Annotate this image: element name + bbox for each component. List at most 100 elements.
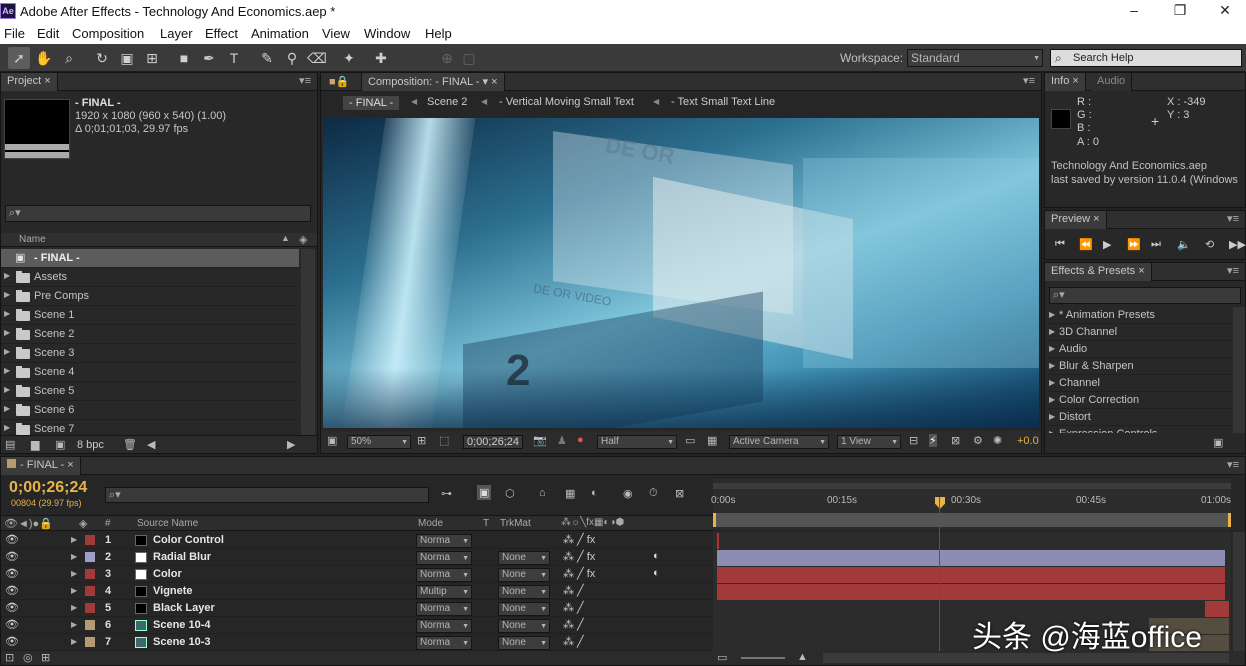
layer-row[interactable]: 👁 ▶ 7 Scene 10-3 Norma None ⁂ ╱ [1, 634, 713, 651]
layer-row[interactable]: 👁 ▶ 4 Vignete Multip None ⁂ ╱ [1, 583, 713, 600]
visibility-eye-icon[interactable]: 👁 [5, 584, 19, 597]
adjustment-layer-icon[interactable]: ◐ [653, 550, 660, 562]
menu-window[interactable]: Window [364, 26, 410, 41]
expand-arrow-icon[interactable]: ▶ [4, 271, 10, 280]
project-item-folder[interactable]: ▶ Scene 4 [1, 363, 299, 382]
breadcrumb-text-small[interactable]: - Text Small Text Line [671, 96, 775, 108]
puppet-pin-tool-icon[interactable]: ✚ [370, 47, 392, 69]
resolution-select[interactable]: Half [597, 435, 677, 449]
color-channels-icon[interactable]: ● [577, 434, 584, 446]
live-update-icon[interactable]: ▣ [477, 485, 492, 500]
layer-name[interactable]: Scene 10-4 [153, 619, 210, 631]
toggle-switches-icon[interactable]: ⊡ [5, 651, 14, 664]
visibility-eye-icon[interactable]: 👁 [5, 567, 19, 580]
pen-tool-icon[interactable]: ✒ [198, 47, 220, 69]
layer-label-color[interactable] [85, 569, 95, 579]
project-item-folder[interactable]: ▶ Scene 6 [1, 401, 299, 420]
next-frame-icon[interactable]: ⏩ [1127, 238, 1141, 251]
expand-arrow-icon[interactable]: ▶ [1049, 361, 1055, 370]
fast-previews-icon[interactable]: ⚡ [929, 434, 937, 447]
play-pause-icon[interactable]: ▶ [1103, 238, 1111, 251]
expand-arrow-icon[interactable]: ▶ [4, 290, 10, 299]
layer-label-color[interactable] [85, 535, 95, 545]
expand-arrow-icon[interactable]: ▶ [4, 385, 10, 394]
layer-row[interactable]: 👁 ▶ 3 Color Norma None ⁂ ╱ fx ◐ [1, 566, 713, 583]
visibility-eye-icon[interactable]: 👁 [5, 618, 19, 631]
blend-mode-select[interactable]: Multip [416, 585, 472, 599]
tab-timeline[interactable]: - FINAL - × [1, 457, 81, 475]
timeline-current-time[interactable]: 0;00;26;24 [9, 479, 87, 497]
zoom-tool-icon[interactable]: ⌕ [58, 47, 80, 69]
frame-blending-icon[interactable]: ▦ [565, 487, 575, 500]
panel-menu-icon[interactable]: ▾≡ [1227, 264, 1239, 277]
layer-duration-bar[interactable] [717, 584, 1225, 600]
layer-label-color[interactable] [85, 620, 95, 630]
motion-blur-icon[interactable]: ◐ [591, 487, 598, 499]
trkmat-column-header[interactable]: TrkMat [500, 518, 531, 529]
mode-column-header[interactable]: Mode [418, 518, 443, 529]
project-scrollbar[interactable] [301, 249, 315, 435]
expand-arrow-icon[interactable]: ▶ [71, 569, 77, 578]
blend-mode-select[interactable]: Norma [416, 568, 472, 582]
layer-label-color[interactable] [85, 586, 95, 596]
effects-category-item[interactable]: ▶ Channel [1045, 375, 1231, 392]
effects-category-item[interactable]: ▶ Audio [1045, 341, 1231, 358]
panel-menu-icon[interactable]: ▾≡ [1227, 212, 1239, 225]
layer-name[interactable]: Color [153, 568, 182, 580]
expand-arrow-icon[interactable]: ▶ [4, 423, 10, 432]
work-area-bar[interactable] [713, 483, 1231, 489]
panel-menu-icon[interactable]: ▾≡ [299, 74, 311, 87]
tab-preview[interactable]: Preview × [1045, 211, 1107, 229]
menu-help[interactable]: Help [425, 26, 452, 41]
expand-arrow-icon[interactable]: ▶ [4, 309, 10, 318]
project-item-folder[interactable]: ▶ Pre Comps [1, 287, 299, 306]
type-tool-icon[interactable]: T [223, 47, 245, 69]
new-preset-icon[interactable]: ▣ [1213, 436, 1223, 449]
blend-mode-select[interactable]: Norma [416, 602, 472, 616]
visibility-eye-icon[interactable]: 👁 [5, 533, 19, 546]
effects-category-item[interactable]: ▶ Blur & Sharpen [1045, 358, 1231, 375]
ram-preview-icon[interactable]: ▶▶ [1229, 238, 1246, 251]
current-time-indicator-icon[interactable] [935, 497, 945, 509]
project-item-comp[interactable]: ▣ - FINAL - [1, 249, 299, 268]
project-item-folder[interactable]: ▶ Scene 1 [1, 306, 299, 325]
toggle-in-out-icon[interactable]: ⊞ [41, 651, 50, 664]
comp-mini-flowchart-icon[interactable]: ⊶ [441, 487, 452, 500]
expand-arrow-icon[interactable]: ▶ [1049, 310, 1055, 319]
effects-category-item[interactable]: ▶ Expression Controls [1045, 426, 1231, 433]
effects-category-item[interactable]: ▶ Color Correction [1045, 392, 1231, 409]
menu-effect[interactable]: Effect [205, 26, 238, 41]
zoom-select[interactable]: 50% [347, 435, 411, 449]
project-item-folder[interactable]: ▶ Scene 3 [1, 344, 299, 363]
layer-row[interactable]: 👁 ▶ 5 Black Layer Norma None ⁂ ╱ [1, 600, 713, 617]
scroll-left-icon[interactable]: ◀ [147, 438, 155, 451]
view-layout-select[interactable]: 1 View [837, 435, 901, 449]
project-item-folder[interactable]: ▶ Assets [1, 268, 299, 287]
layer-switches-icon[interactable]: ⁂ ╱ [563, 601, 584, 614]
always-preview-icon[interactable]: ▣ [327, 434, 337, 447]
eraser-tool-icon[interactable]: ⌫ [306, 47, 328, 69]
clone-stamp-tool-icon[interactable]: ⚲ [281, 47, 303, 69]
visibility-eye-icon[interactable]: 👁 [5, 601, 19, 614]
layer-name[interactable]: Black Layer [153, 602, 215, 614]
expand-arrow-icon[interactable]: ▶ [71, 637, 77, 646]
expand-arrow-icon[interactable]: ▶ [4, 328, 10, 337]
menu-composition[interactable]: Composition [72, 26, 144, 41]
effects-search-input[interactable]: ⌕▾ [1049, 287, 1241, 304]
tab-effects-presets[interactable]: Effects & Presets × [1045, 263, 1152, 281]
toggle-pixel-aspect-icon[interactable]: ⊟ [909, 434, 918, 447]
current-time-display[interactable]: 0;00;26;24 [463, 435, 523, 449]
expand-arrow-icon[interactable]: ▶ [1049, 327, 1055, 336]
name-column-header[interactable]: Name [19, 234, 46, 245]
layer-row[interactable]: 👁 ▶ 2 Radial Blur Norma None ⁂ ╱ fx ◐ [1, 549, 713, 566]
tab-info[interactable]: Info × [1045, 73, 1086, 91]
breadcrumb-final[interactable]: - FINAL - [343, 96, 400, 110]
hand-tool-icon[interactable]: ✋ [33, 47, 55, 69]
snapshot-icon[interactable]: 📷 [533, 434, 547, 447]
timeline-search-input[interactable]: ⌕▾ [105, 487, 429, 503]
hide-shy-layers-icon[interactable]: ⌂ [539, 487, 546, 499]
lock-icon[interactable]: ■🔒 [329, 75, 349, 88]
expand-arrow-icon[interactable]: ▶ [4, 366, 10, 375]
composition-viewer[interactable]: 2 DE OR DE OR VIDEO [323, 118, 1039, 428]
last-frame-icon[interactable]: ⏭ [1151, 238, 1161, 251]
